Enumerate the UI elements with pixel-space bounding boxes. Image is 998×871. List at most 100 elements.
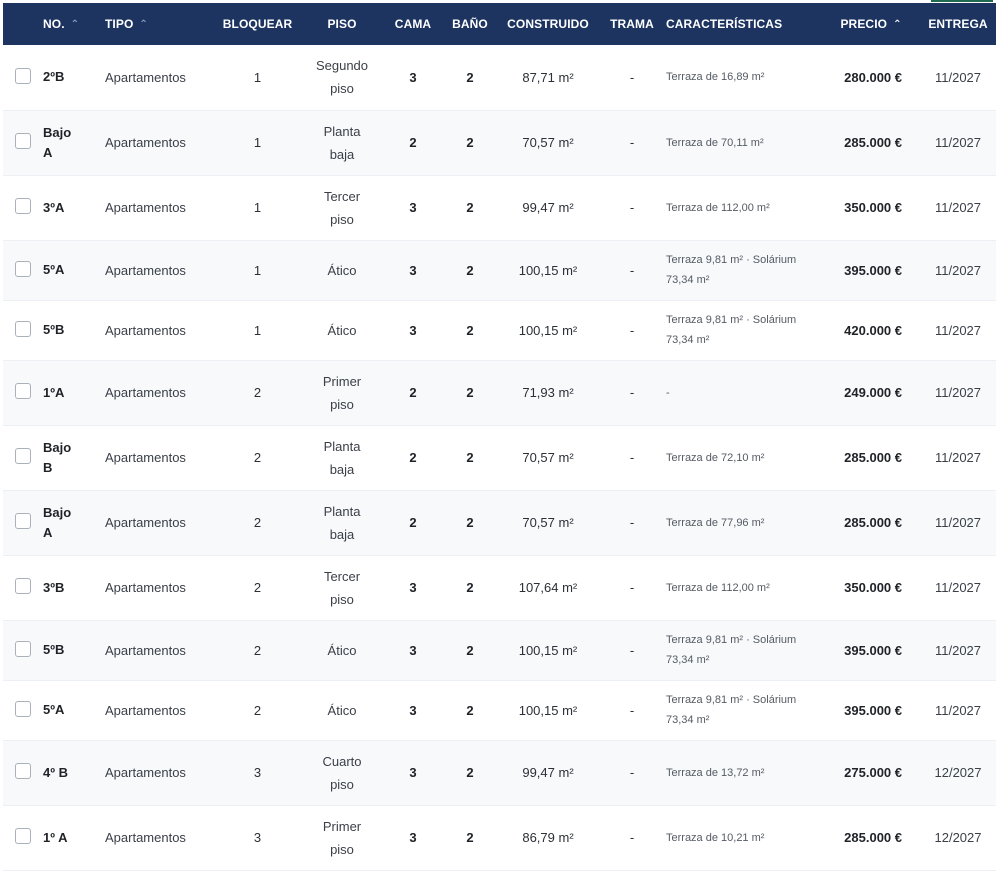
- block-cell: 2: [215, 680, 300, 741]
- floor-cell: Ático: [300, 620, 384, 681]
- floor-cell: Planta baja: [300, 425, 384, 491]
- column-header-entrega[interactable]: Entrega: [920, 3, 996, 45]
- plot-size: -: [629, 385, 635, 400]
- floor-label: baja: [329, 146, 355, 162]
- delivery-date: 11/2027: [934, 135, 982, 150]
- property-type-cell: Apartamentos: [105, 555, 215, 621]
- plot-size: -: [629, 830, 635, 845]
- bathrooms-cell: 2: [442, 490, 498, 556]
- row-checkbox[interactable]: [15, 640, 31, 657]
- row-checkbox[interactable]: [15, 578, 31, 594]
- features-cell: Terraza de 112,00 m²: [666, 555, 822, 621]
- row-checkbox[interactable]: [15, 67, 31, 84]
- built-area-cell: 99,47 m²: [498, 740, 598, 806]
- price: 395.000 €: [844, 702, 902, 718]
- bedrooms-count: 3: [409, 765, 417, 780]
- table-row[interactable]: 5ºB Apartamentos 2 Ático 3 2 100,15 m² - Terraza…: [3, 620, 996, 681]
- table-row[interactable]: 5ºA Apartamentos 2 Ático 3 2 100,15 m² - Terraza…: [3, 680, 996, 741]
- row-select-cell: [3, 360, 43, 426]
- column-header-no[interactable]: No. ⌃: [43, 3, 105, 45]
- row-select-cell: [3, 45, 43, 111]
- row-checkbox[interactable]: [15, 828, 31, 844]
- price-cell: 285.000 €: [822, 425, 920, 491]
- price-cell: 395.000 €: [822, 680, 920, 741]
- row-checkbox[interactable]: [15, 198, 31, 214]
- row-checkbox[interactable]: [15, 260, 31, 277]
- delivery-cell: 11/2027: [920, 45, 996, 111]
- sort-ascending-icon[interactable]: ⌃: [139, 19, 147, 30]
- block-number: 1: [253, 262, 262, 278]
- price-cell: 285.000 €: [822, 110, 920, 176]
- floor-label: Tercer: [323, 568, 361, 584]
- bedrooms-cell: 3: [384, 680, 442, 741]
- row-checkbox[interactable]: [15, 383, 31, 399]
- table-row[interactable]: 5ºA Apartamentos 1 Ático 3 2 100,15 m² - Terraza…: [3, 240, 996, 301]
- floor-label: Ático: [327, 262, 357, 278]
- property-type: Apartamentos: [105, 642, 186, 658]
- block-number: 2: [253, 385, 262, 400]
- column-header-precio[interactable]: Precio ⌃: [822, 3, 920, 45]
- price: 280.000 €: [844, 69, 902, 85]
- row-checkbox[interactable]: [15, 320, 31, 337]
- floor-cell: Tercer piso: [300, 175, 384, 241]
- plot-cell: -: [598, 175, 666, 241]
- column-header-label: Características: [666, 17, 783, 31]
- price-cell: 420.000 €: [822, 300, 920, 361]
- features-cell: Terraza 9,81 m² · Solárium 73,34 m²: [666, 680, 822, 741]
- row-checkbox[interactable]: [15, 133, 31, 149]
- unit-number-cell: Bajo A: [43, 110, 105, 176]
- row-checkbox[interactable]: [15, 700, 31, 717]
- plot-cell: -: [598, 360, 666, 426]
- property-type-cell: Apartamentos: [105, 490, 215, 556]
- feature-text: 73,34 m²: [666, 274, 710, 286]
- table-row[interactable]: 1º A Apartamentos 3 Primer piso 3 2 86,79 m² - Te…: [3, 805, 996, 871]
- floor-label: baja: [329, 526, 355, 542]
- bathrooms-count: 2: [466, 765, 474, 780]
- feature-text: 73,34 m²: [666, 714, 710, 726]
- table-row[interactable]: Bajo B Apartamentos 2 Planta baja 2 2 70,57 m² - T…: [3, 425, 996, 491]
- unit-number: Bajo: [43, 504, 72, 520]
- built-area-cell: 70,57 m²: [498, 110, 598, 176]
- bedrooms-cell: 2: [384, 425, 442, 491]
- table-row[interactable]: 1ºA Apartamentos 2 Primer piso 2 2 71,93 m² - - 24…: [3, 360, 996, 426]
- price-cell: 285.000 €: [822, 490, 920, 556]
- floor-label: Primer: [322, 373, 362, 389]
- column-header-caracteristicas[interactable]: Características: [666, 3, 822, 45]
- table-row[interactable]: 5ºB Apartamentos 1 Ático 3 2 100,15 m² - Terraza…: [3, 300, 996, 361]
- sort-ascending-icon[interactable]: ⌃: [71, 19, 79, 30]
- block-cell: 2: [215, 490, 300, 556]
- table-row[interactable]: 4º B Apartamentos 3 Cuarto piso 3 2 99,47 m² - Te…: [3, 740, 996, 806]
- property-type: Apartamentos: [105, 322, 186, 338]
- property-type-cell: Apartamentos: [105, 805, 215, 871]
- bathrooms-count: 2: [466, 702, 474, 718]
- table-row[interactable]: Bajo A Apartamentos 1 Planta baja 2 2 70,57 m² - T…: [3, 110, 996, 176]
- sort-ascending-icon[interactable]: ⌃: [893, 19, 901, 30]
- row-checkbox[interactable]: [15, 448, 31, 464]
- table-row[interactable]: 3ºB Apartamentos 2 Tercer piso 3 2 107,64 m² - Te…: [3, 555, 996, 621]
- bathrooms-count: 2: [466, 830, 474, 845]
- table-row[interactable]: 3ºA Apartamentos 1 Tercer piso 3 2 99,47 m² - Ter…: [3, 175, 996, 241]
- table-row[interactable]: 2ºB Apartamentos 1 Segundo piso 3 2 87,71 m² - Te…: [3, 45, 996, 111]
- unit-number: 5ºB: [43, 322, 65, 337]
- unit-number: 5ºB: [43, 642, 65, 657]
- bathrooms-cell: 2: [442, 620, 498, 681]
- column-header-piso[interactable]: Piso: [300, 3, 384, 45]
- bedrooms-count: 3: [409, 642, 417, 658]
- built-area: 71,93 m²: [522, 385, 574, 400]
- built-area: 99,47 m²: [522, 765, 574, 780]
- row-checkbox[interactable]: [15, 513, 31, 529]
- column-header-bloquear[interactable]: Bloquear: [215, 3, 300, 45]
- unit-number-cell: Bajo B: [43, 425, 105, 491]
- column-header-trama[interactable]: Trama: [598, 3, 666, 45]
- unit-number: 2ºB: [43, 69, 65, 85]
- delivery-date: 11/2027: [934, 450, 982, 465]
- column-header-bano[interactable]: Baño: [442, 3, 498, 45]
- column-header-cama[interactable]: Cama: [384, 3, 442, 45]
- table-row[interactable]: Bajo A Apartamentos 2 Planta baja 2 2 70,57 m² - T…: [3, 490, 996, 556]
- column-header-construido[interactable]: Construido: [498, 3, 598, 45]
- price: 350.000 €: [844, 580, 902, 595]
- row-checkbox[interactable]: [15, 763, 31, 779]
- feature-text: 73,34 m²: [666, 654, 710, 666]
- column-header-tipo[interactable]: Tipo ⌃: [105, 3, 215, 45]
- column-header-label: Baño: [452, 17, 488, 31]
